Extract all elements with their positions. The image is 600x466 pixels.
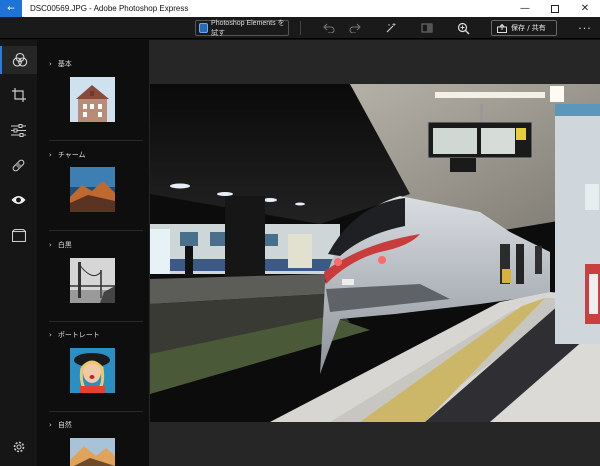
chevron-right-icon: › [49,421,52,429]
looks-panel: › 基本 › チャーム › 白黒 › ポートレート › 自然 [37,40,149,466]
thumbnail-basic[interactable] [70,77,115,122]
category-divider [49,321,143,322]
category-label: 自然 [57,421,72,429]
category-label: チャーム [57,151,86,159]
thumbnail-portrait[interactable] [70,348,115,393]
rail-adjust[interactable] [0,116,37,144]
adjust-icon [11,123,26,137]
compare-icon[interactable] [420,21,434,35]
category-divider [49,140,143,141]
category-label: 基本 [57,60,72,68]
thumbnail-charm[interactable] [70,167,115,212]
category-divider [49,230,143,231]
chevron-right-icon: › [49,241,52,249]
save-share-button[interactable]: 保存 / 共有 [491,20,557,36]
category-label: 白黒 [57,241,72,249]
title-bar: ← DSC00569.JPG - Adobe Photoshop Express… [0,0,600,17]
category-nature[interactable]: › 自然 [49,420,145,430]
close-icon: ✕ [580,3,590,14]
rail-red-eye[interactable] [0,186,37,214]
thumbnail-nature[interactable] [70,438,115,466]
category-portrait[interactable]: › ポートレート [49,330,145,340]
chevron-right-icon: › [49,331,52,339]
crop-icon [11,88,26,102]
border-icon [11,228,26,242]
category-divider [49,411,143,412]
maximize-button[interactable] [540,0,570,17]
chevron-right-icon: › [49,60,52,68]
chevron-right-icon: › [49,151,52,159]
rail-heal[interactable] [0,151,37,179]
maximize-icon [551,4,559,13]
zoom-icon[interactable] [456,21,470,35]
category-charm[interactable]: › チャーム [49,150,145,160]
minimize-icon: — [520,3,530,14]
toolbar-divider [300,21,301,35]
photoshop-elements-icon [199,23,209,33]
category-basic[interactable]: › 基本 [49,59,145,69]
toolbar: Photoshop Elements を試す 保存 / 共有 ··· [0,17,600,39]
eye-icon [11,196,26,204]
try-ps-label: Photoshop Elements を試す [211,20,285,37]
photo-preview[interactable] [150,84,600,422]
window-title: DSC00569.JPG - Adobe Photoshop Express [30,4,189,13]
settings-icon [13,441,24,453]
share-icon [497,23,507,33]
rail-crop[interactable] [0,81,37,109]
category-bw[interactable]: › 白黒 [49,240,145,250]
looks-icon [12,52,27,67]
back-button[interactable]: ← [0,0,22,17]
share-label: 保存 / 共有 [511,24,546,32]
minimize-button[interactable]: — [510,0,540,17]
bandage-icon [12,159,25,171]
auto-fix-icon[interactable] [384,21,398,35]
category-label: ポートレート [57,331,100,339]
try-photoshop-elements-button[interactable]: Photoshop Elements を試す [195,20,289,37]
more-button[interactable]: ··· [575,20,595,36]
close-button[interactable]: ✕ [570,0,600,17]
rail-border[interactable] [0,221,37,249]
thumbnail-bw[interactable] [70,258,115,303]
undo-icon[interactable] [322,21,336,35]
rail-looks[interactable] [0,46,37,74]
rail-settings[interactable] [0,433,37,461]
tool-rail [0,40,37,466]
back-arrow-icon: ← [7,3,15,14]
redo-icon[interactable] [348,21,362,35]
